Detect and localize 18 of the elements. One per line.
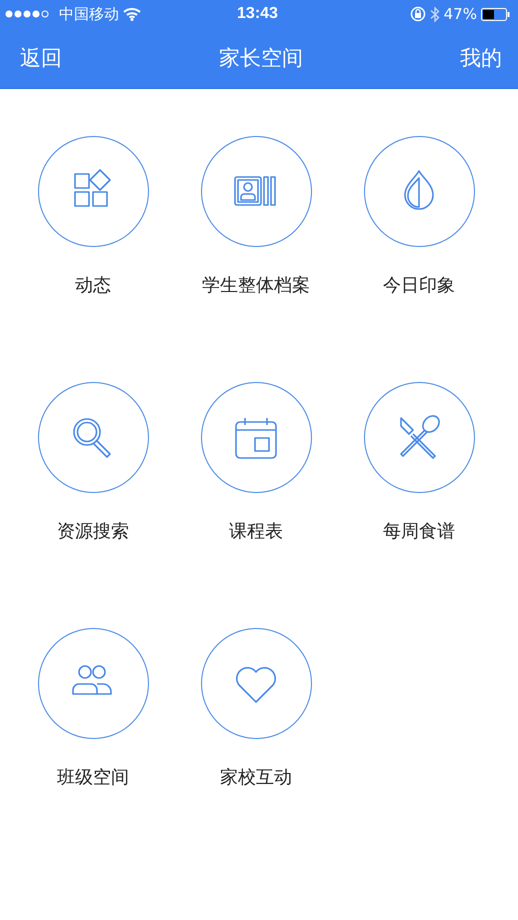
carrier-name: 中国移动 (59, 4, 119, 24)
page-title: 家长空间 (219, 45, 303, 72)
feature-label: 资源搜索 (57, 520, 129, 543)
feature-label: 家校互动 (220, 766, 292, 789)
mine-button[interactable]: 我的 (454, 40, 508, 76)
bluetooth-icon (430, 6, 440, 22)
feature-label: 班级空间 (57, 766, 129, 789)
feature-label: 课程表 (229, 520, 283, 543)
wifi-icon (123, 7, 141, 21)
feature-label: 今日印象 (383, 274, 455, 297)
feature-label: 学生整体档案 (202, 274, 310, 297)
back-button[interactable]: 返回 (14, 40, 68, 76)
feature-label: 动态 (75, 274, 111, 297)
rotation-lock-icon (410, 6, 426, 22)
battery-icon (480, 8, 510, 20)
battery-percent: 47% (444, 5, 477, 23)
feature-label: 每周食谱 (383, 520, 455, 543)
clock-time: 13:43 (237, 5, 278, 23)
